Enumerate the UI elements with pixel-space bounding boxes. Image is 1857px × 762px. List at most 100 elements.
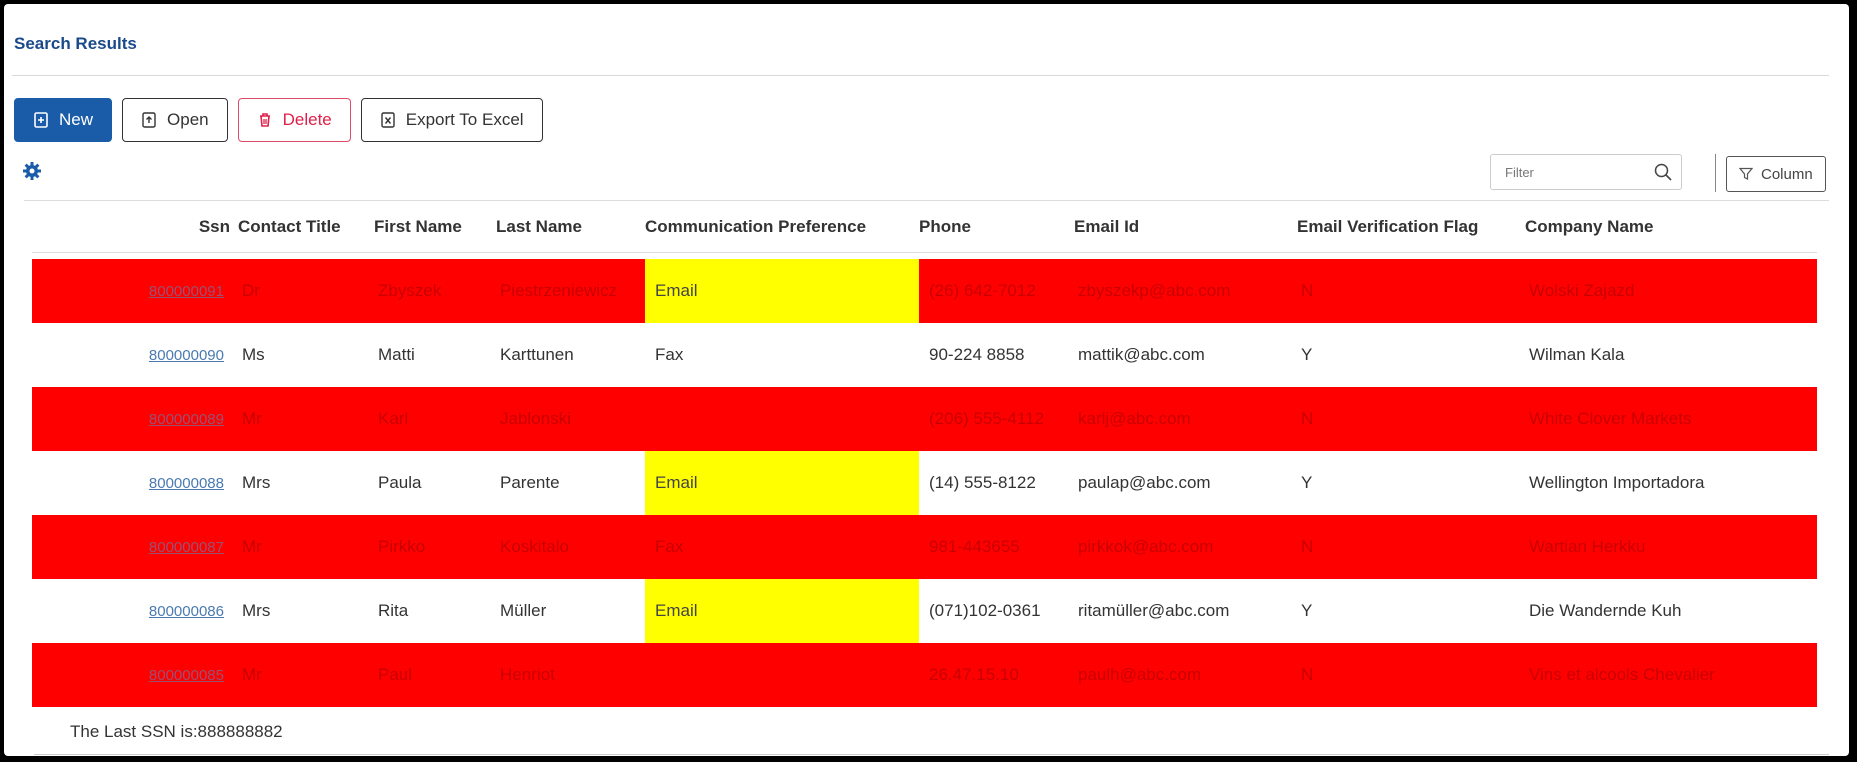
email-cell: pirkkok@abc.com: [1074, 515, 1297, 579]
ssn-cell: 800000085: [32, 643, 238, 707]
email-cell: mattik@abc.com: [1074, 323, 1297, 387]
ssn-link[interactable]: 800000089: [149, 411, 224, 428]
first-name-cell: Pirkko: [374, 515, 496, 579]
table-row[interactable]: 800000091 Dr Zbyszek Piestrzeniewicz Ema…: [32, 259, 1817, 323]
footer-divider: [34, 754, 1829, 755]
company-name-cell: Wellington Importadora: [1525, 451, 1817, 515]
company-name-cell: Wilman Kala: [1525, 323, 1817, 387]
first-name-cell: Paul: [374, 643, 496, 707]
first-name-cell: Matti: [374, 323, 496, 387]
email-verification-flag-cell: N: [1297, 643, 1525, 707]
open-file-icon: [142, 112, 156, 128]
company-name-cell: Vins et alcools Chevalier: [1525, 643, 1817, 707]
ssn-link[interactable]: 800000087: [149, 539, 224, 556]
email-cell: paulh@abc.com: [1074, 643, 1297, 707]
filter-input[interactable]: [1503, 156, 1657, 188]
email-verification-flag-cell: Y: [1297, 579, 1525, 643]
last-name-cell: Parente: [496, 451, 645, 515]
search-icon[interactable]: [1653, 162, 1673, 182]
first-name-cell: Zbyszek: [374, 259, 496, 323]
new-button[interactable]: New: [14, 98, 113, 142]
company-name-cell: Die Wandernde Kuh: [1525, 579, 1817, 643]
communication-preference-cell: Fax: [645, 515, 919, 579]
company-name-cell: White Clover Markets: [1525, 387, 1817, 451]
contact-title-cell: Mr: [238, 643, 374, 707]
ssn-cell: 800000087: [32, 515, 238, 579]
search-results-panel: Search Results New Open Delete Export To…: [4, 4, 1849, 756]
ssn-link[interactable]: 800000086: [149, 603, 224, 620]
ssn-cell: 800000089: [32, 387, 238, 451]
open-button[interactable]: Open: [122, 98, 228, 142]
ssn-cell: 800000088: [32, 451, 238, 515]
contact-title-cell: Mr: [238, 387, 374, 451]
phone-cell: 90-224 8858: [919, 323, 1074, 387]
column-header-first-name[interactable]: First Name: [374, 202, 496, 253]
trash-icon: [259, 113, 270, 127]
email-cell: karlj@abc.com: [1074, 387, 1297, 451]
new-file-icon: [34, 112, 48, 128]
communication-preference-cell: [645, 643, 919, 707]
communication-preference-cell: Email: [645, 259, 919, 323]
table-row[interactable]: 800000085 Mr Paul Henriot 26.47.15.10 pa…: [32, 643, 1817, 707]
filter-box: [1490, 154, 1682, 190]
ssn-link[interactable]: 800000088: [149, 475, 224, 492]
contact-title-cell: Dr: [238, 259, 374, 323]
ssn-cell: 800000086: [32, 579, 238, 643]
column-header-ssn[interactable]: Ssn: [32, 202, 238, 253]
export-excel-button[interactable]: Export To Excel: [360, 98, 543, 142]
new-button-label: New: [59, 110, 94, 129]
contact-title-cell: Mrs: [238, 451, 374, 515]
phone-cell: (26) 642-7012: [919, 259, 1074, 323]
results-table: Ssn Contact Title First Name Last Name C…: [32, 202, 1817, 707]
ssn-link[interactable]: 800000090: [149, 347, 224, 364]
table-row[interactable]: 800000087 Mr Pirkko Koskitalo Fax 981-44…: [32, 515, 1817, 579]
delete-button[interactable]: Delete: [237, 98, 351, 142]
communication-preference-cell: Email: [645, 579, 919, 643]
phone-cell: 26.47.15.10: [919, 643, 1074, 707]
communication-preference-cell: Fax: [645, 323, 919, 387]
table-row[interactable]: 800000086 Mrs Rita Müller Email (071)102…: [32, 579, 1817, 643]
ssn-link[interactable]: 800000091: [149, 283, 224, 300]
email-verification-flag-cell: Y: [1297, 451, 1525, 515]
open-button-label: Open: [167, 110, 209, 129]
ssn-link[interactable]: 800000085: [149, 667, 224, 684]
first-name-cell: Karl: [374, 387, 496, 451]
table-row[interactable]: 800000090 Ms Matti Karttunen Fax 90-224 …: [32, 323, 1817, 387]
email-verification-flag-cell: N: [1297, 515, 1525, 579]
contact-title-cell: Mr: [238, 515, 374, 579]
contact-title-cell: Ms: [238, 323, 374, 387]
ssn-cell: 800000091: [32, 259, 238, 323]
column-header-phone[interactable]: Phone: [919, 202, 1074, 253]
header-divider: [24, 200, 1829, 201]
email-cell: zbyszekp@abc.com: [1074, 259, 1297, 323]
last-name-cell: Henriot: [496, 643, 645, 707]
email-cell: ritamüller@abc.com: [1074, 579, 1297, 643]
column-header-email-id[interactable]: Email Id: [1074, 202, 1297, 253]
column-header-last-name[interactable]: Last Name: [496, 202, 645, 253]
table-row[interactable]: 800000088 Mrs Paula Parente Email (14) 5…: [32, 451, 1817, 515]
table-header-row: Ssn Contact Title First Name Last Name C…: [32, 202, 1817, 253]
phone-cell: (071)102-0361: [919, 579, 1074, 643]
gear-icon[interactable]: [22, 161, 42, 181]
funnel-icon: [1739, 167, 1753, 180]
last-name-cell: Koskitalo: [496, 515, 645, 579]
contact-title-cell: Mrs: [238, 579, 374, 643]
delete-button-label: Delete: [282, 110, 332, 129]
column-header-communication-preference[interactable]: Communication Preference: [645, 202, 919, 253]
last-name-cell: Jablonski: [496, 387, 645, 451]
communication-preference-cell: [645, 387, 919, 451]
company-name-cell: Wartian Herkku: [1525, 515, 1817, 579]
column-header-contact-title[interactable]: Contact Title: [238, 202, 374, 253]
title-divider: [12, 75, 1829, 76]
column-button[interactable]: Column: [1726, 156, 1826, 192]
toolbar-divider: [1715, 154, 1716, 192]
column-header-company-name[interactable]: Company Name: [1525, 202, 1817, 253]
column-header-email-verification-flag[interactable]: Email Verification Flag: [1297, 202, 1525, 253]
page-title: Search Results: [14, 34, 137, 53]
table-row[interactable]: 800000089 Mr Karl Jablonski (206) 555-41…: [32, 387, 1817, 451]
phone-cell: 981-443655: [919, 515, 1074, 579]
phone-cell: (14) 555-8122: [919, 451, 1074, 515]
email-verification-flag-cell: N: [1297, 259, 1525, 323]
last-ssn-text: The Last SSN is:888888882: [70, 722, 283, 741]
last-name-cell: Müller: [496, 579, 645, 643]
